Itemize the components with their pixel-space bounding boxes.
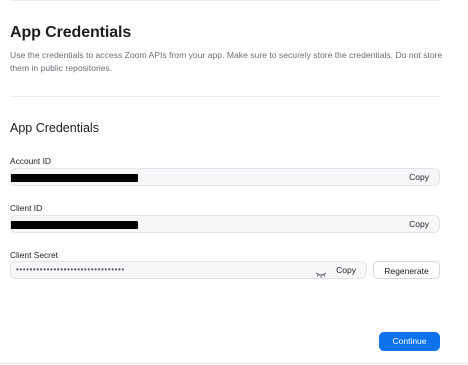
app-credentials-page: App Credentials Use the credentials to a… [0,0,468,365]
account-id-field: Copy [10,168,440,186]
continue-button[interactable]: Continue [379,332,440,351]
regenerate-button[interactable]: Regenerate [373,261,440,279]
client-id-label: Client ID [10,203,43,213]
account-id-label: Account ID [10,156,51,166]
eye-closed-icon[interactable] [315,266,327,278]
client-id-field: Copy [10,215,440,233]
bottom-divider [0,363,468,364]
redacted-value [11,221,138,229]
section-divider [10,96,440,97]
client-secret-copy-button[interactable]: Copy [330,262,362,278]
account-id-copy-button[interactable]: Copy [403,169,435,185]
section-title: App Credentials [10,121,99,135]
client-secret-field: •••••••••••••••••••••••••••••••• Copy [10,261,367,279]
client-secret-masked-value: •••••••••••••••••••••••••••••••• [16,265,125,274]
client-id-copy-button[interactable]: Copy [403,216,435,232]
page-title: App Credentials [10,24,132,41]
page-description: Use the credentials to access Zoom APIs … [10,50,443,73]
redacted-value [11,174,138,182]
client-secret-label: Client Secret [10,250,58,260]
top-divider [10,0,440,1]
